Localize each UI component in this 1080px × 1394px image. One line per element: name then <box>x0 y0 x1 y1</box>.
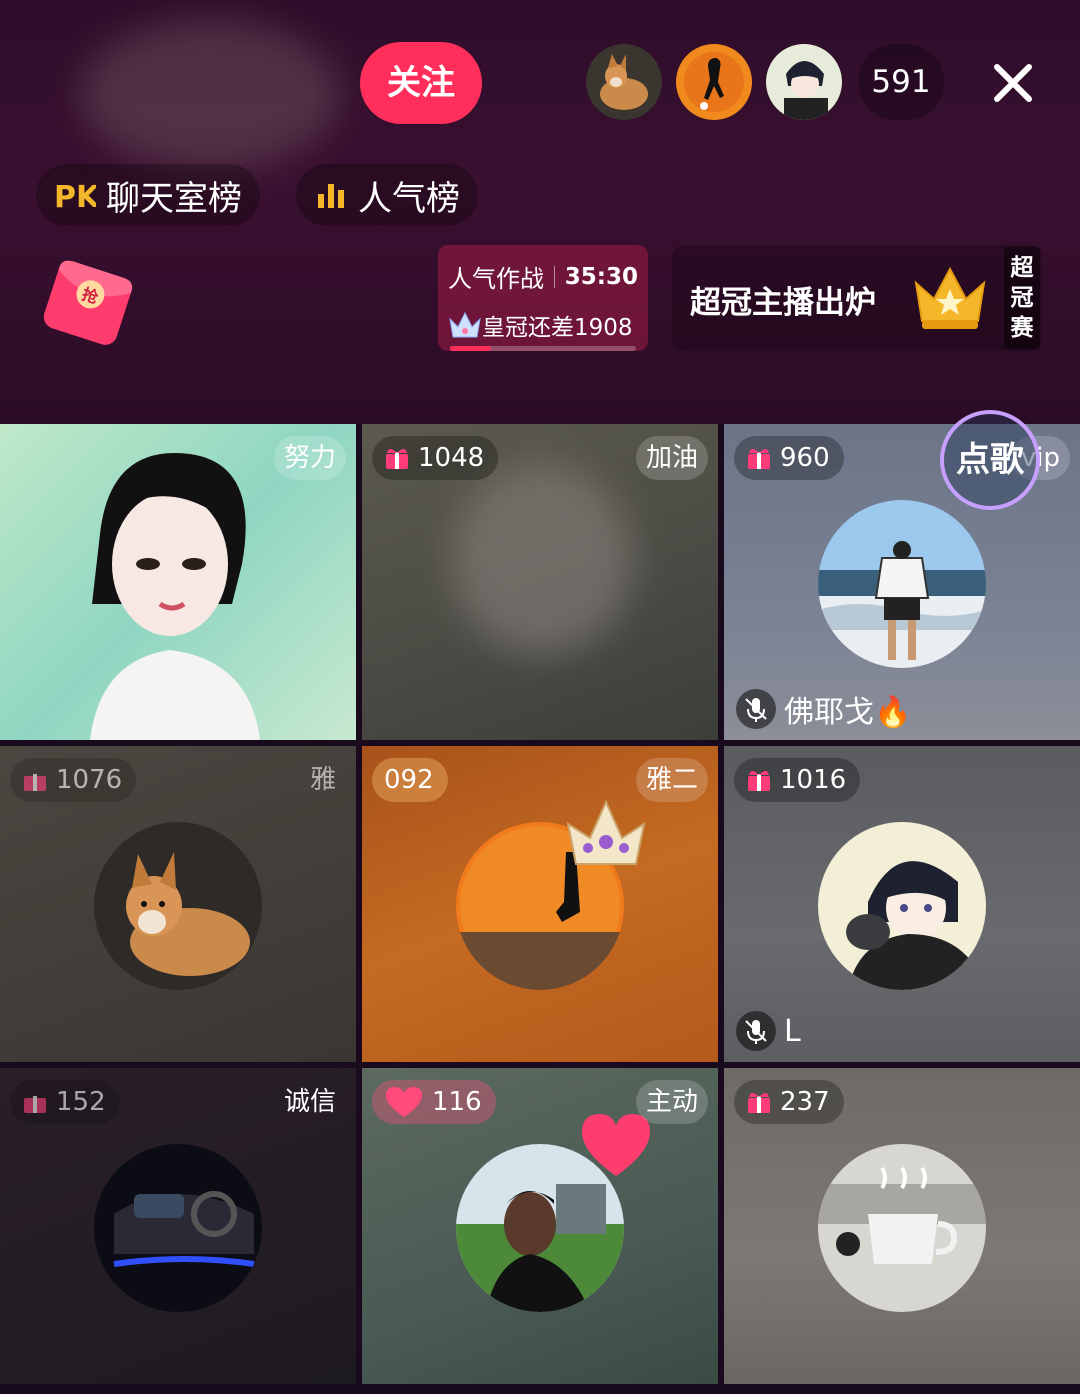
seat-user: 佛耶戈🔥 <box>736 686 911 732</box>
viewer-count[interactable]: 591 <box>858 44 944 120</box>
gift-count-badge: 152 <box>10 1080 120 1124</box>
seat-user: L <box>736 1008 801 1054</box>
anime-avatar-image <box>766 44 842 120</box>
mic-off-icon <box>736 1011 776 1051</box>
gift-icon <box>24 774 46 791</box>
seat-1[interactable]: 努力 <box>0 424 356 740</box>
seat-tag: 诚信 <box>283 1087 336 1117</box>
popularity-rank-label: 人气榜 <box>358 178 460 219</box>
song-request-button[interactable]: 点歌 <box>940 410 1040 510</box>
decor-smudge <box>80 20 340 170</box>
svg-text:PK: PK <box>54 180 96 213</box>
car-interior-avatar-image <box>94 1144 262 1312</box>
close-button[interactable] <box>985 55 1041 111</box>
seat-avatar <box>818 500 986 668</box>
seat-5[interactable]: 092 雅二 <box>362 746 718 1062</box>
gift-count-badge: 1048 <box>372 436 499 480</box>
gift-count-badge: 116 <box>372 1080 496 1124</box>
gift-count: 152 <box>56 1087 106 1117</box>
dog-avatar-image <box>586 44 662 120</box>
seat-avatar <box>94 1144 262 1312</box>
gift-count: 116 <box>432 1087 482 1117</box>
seat-avatar <box>818 822 986 990</box>
seat-tag: 雅 <box>309 765 336 795</box>
gift-icon <box>748 771 770 791</box>
gift-icon <box>748 449 770 469</box>
battle-progress-fill <box>450 346 491 351</box>
follow-button[interactable]: 关注 <box>360 42 482 124</box>
seat-tag: 努力 <box>273 436 346 480</box>
viewer-avatar-3[interactable] <box>766 44 842 120</box>
mic-off-icon <box>736 689 776 729</box>
champion-tag-char: 冠 <box>1010 285 1034 311</box>
champion-tag-char: 赛 <box>1010 315 1034 341</box>
battle-divider <box>554 265 555 288</box>
close-icon <box>994 64 1032 102</box>
seat-avatar <box>818 1144 986 1312</box>
bar-chart-icon <box>318 184 344 208</box>
champion-tag-char: 超 <box>1010 255 1034 281</box>
seat-8[interactable]: 116 主动 <box>362 1068 718 1384</box>
dog-avatar-image <box>94 822 262 990</box>
gold-crown-icon <box>914 266 986 329</box>
champion-tag: 超 冠 赛 <box>1004 247 1040 349</box>
silhouette-avatar-image <box>676 44 752 120</box>
seat-tag: 主动 <box>635 1080 708 1124</box>
champion-banner[interactable]: 超冠主播出炉 超 冠 赛 <box>672 245 1042 351</box>
seat-tag: 加油 <box>635 436 708 480</box>
battle-title: 人气作战 <box>448 265 544 293</box>
red-packet-button[interactable]: 抢 <box>36 250 140 354</box>
red-packet-icon: 抢 <box>43 260 133 345</box>
gift-count: 1076 <box>56 765 123 795</box>
decor-smudge <box>452 464 632 654</box>
viewer-avatar-2[interactable] <box>676 44 752 120</box>
seat-tag: 雅二 <box>635 758 708 802</box>
gift-count-badge: 1016 <box>734 758 861 802</box>
gift-count: 960 <box>780 443 830 473</box>
gift-icon <box>386 449 408 469</box>
beach-avatar-image <box>818 500 986 668</box>
seat-6[interactable]: 1016 L <box>724 746 1080 1062</box>
battle-timer: 35:30 <box>564 263 638 290</box>
champion-title: 超冠主播出炉 <box>690 285 876 321</box>
cafe-avatar-image <box>818 1144 986 1312</box>
crown-decoration-icon <box>566 799 646 865</box>
gift-count: 1048 <box>418 443 485 473</box>
gift-icon <box>24 1096 46 1113</box>
gift-count: 1016 <box>780 765 847 795</box>
gift-count-badge: 092 <box>372 758 448 802</box>
gift-icon <box>748 1093 770 1113</box>
gift-count: 092 <box>384 765 434 795</box>
pk-icon: PK <box>54 180 96 213</box>
heart-icon <box>386 1087 422 1117</box>
seat-user-name: L <box>784 1013 801 1049</box>
gift-count-badge: 1076 <box>10 758 137 802</box>
popularity-battle-panel[interactable]: 人气作战 35:30 皇冠还差1908 <box>438 245 648 351</box>
seat-2[interactable]: 1048 加油 <box>362 424 718 740</box>
gift-count: 237 <box>780 1087 830 1117</box>
seat-avatar <box>94 822 262 990</box>
popularity-rank-link[interactable]: 人气榜 <box>296 164 478 226</box>
seat-4[interactable]: 1076 雅 <box>0 746 356 1062</box>
heart-icon <box>582 1114 650 1176</box>
battle-progress-bar <box>450 346 636 351</box>
seat-user-name: 佛耶戈🔥 <box>784 695 912 730</box>
gift-count-badge: 960 <box>734 436 844 480</box>
viewer-avatar-1[interactable] <box>586 44 662 120</box>
chatroom-rank-link[interactable]: PK 聊天室榜 <box>36 164 260 226</box>
seat-9[interactable]: 237 <box>724 1068 1080 1384</box>
gift-count-badge: 237 <box>734 1080 844 1124</box>
seat-7[interactable]: 152 诚信 <box>0 1068 356 1384</box>
battle-status: 皇冠还差1908 <box>482 315 633 341</box>
chatroom-rank-label: 聊天室榜 <box>106 178 242 219</box>
crown-icon <box>449 311 481 338</box>
anime-avatar-image <box>818 822 986 990</box>
